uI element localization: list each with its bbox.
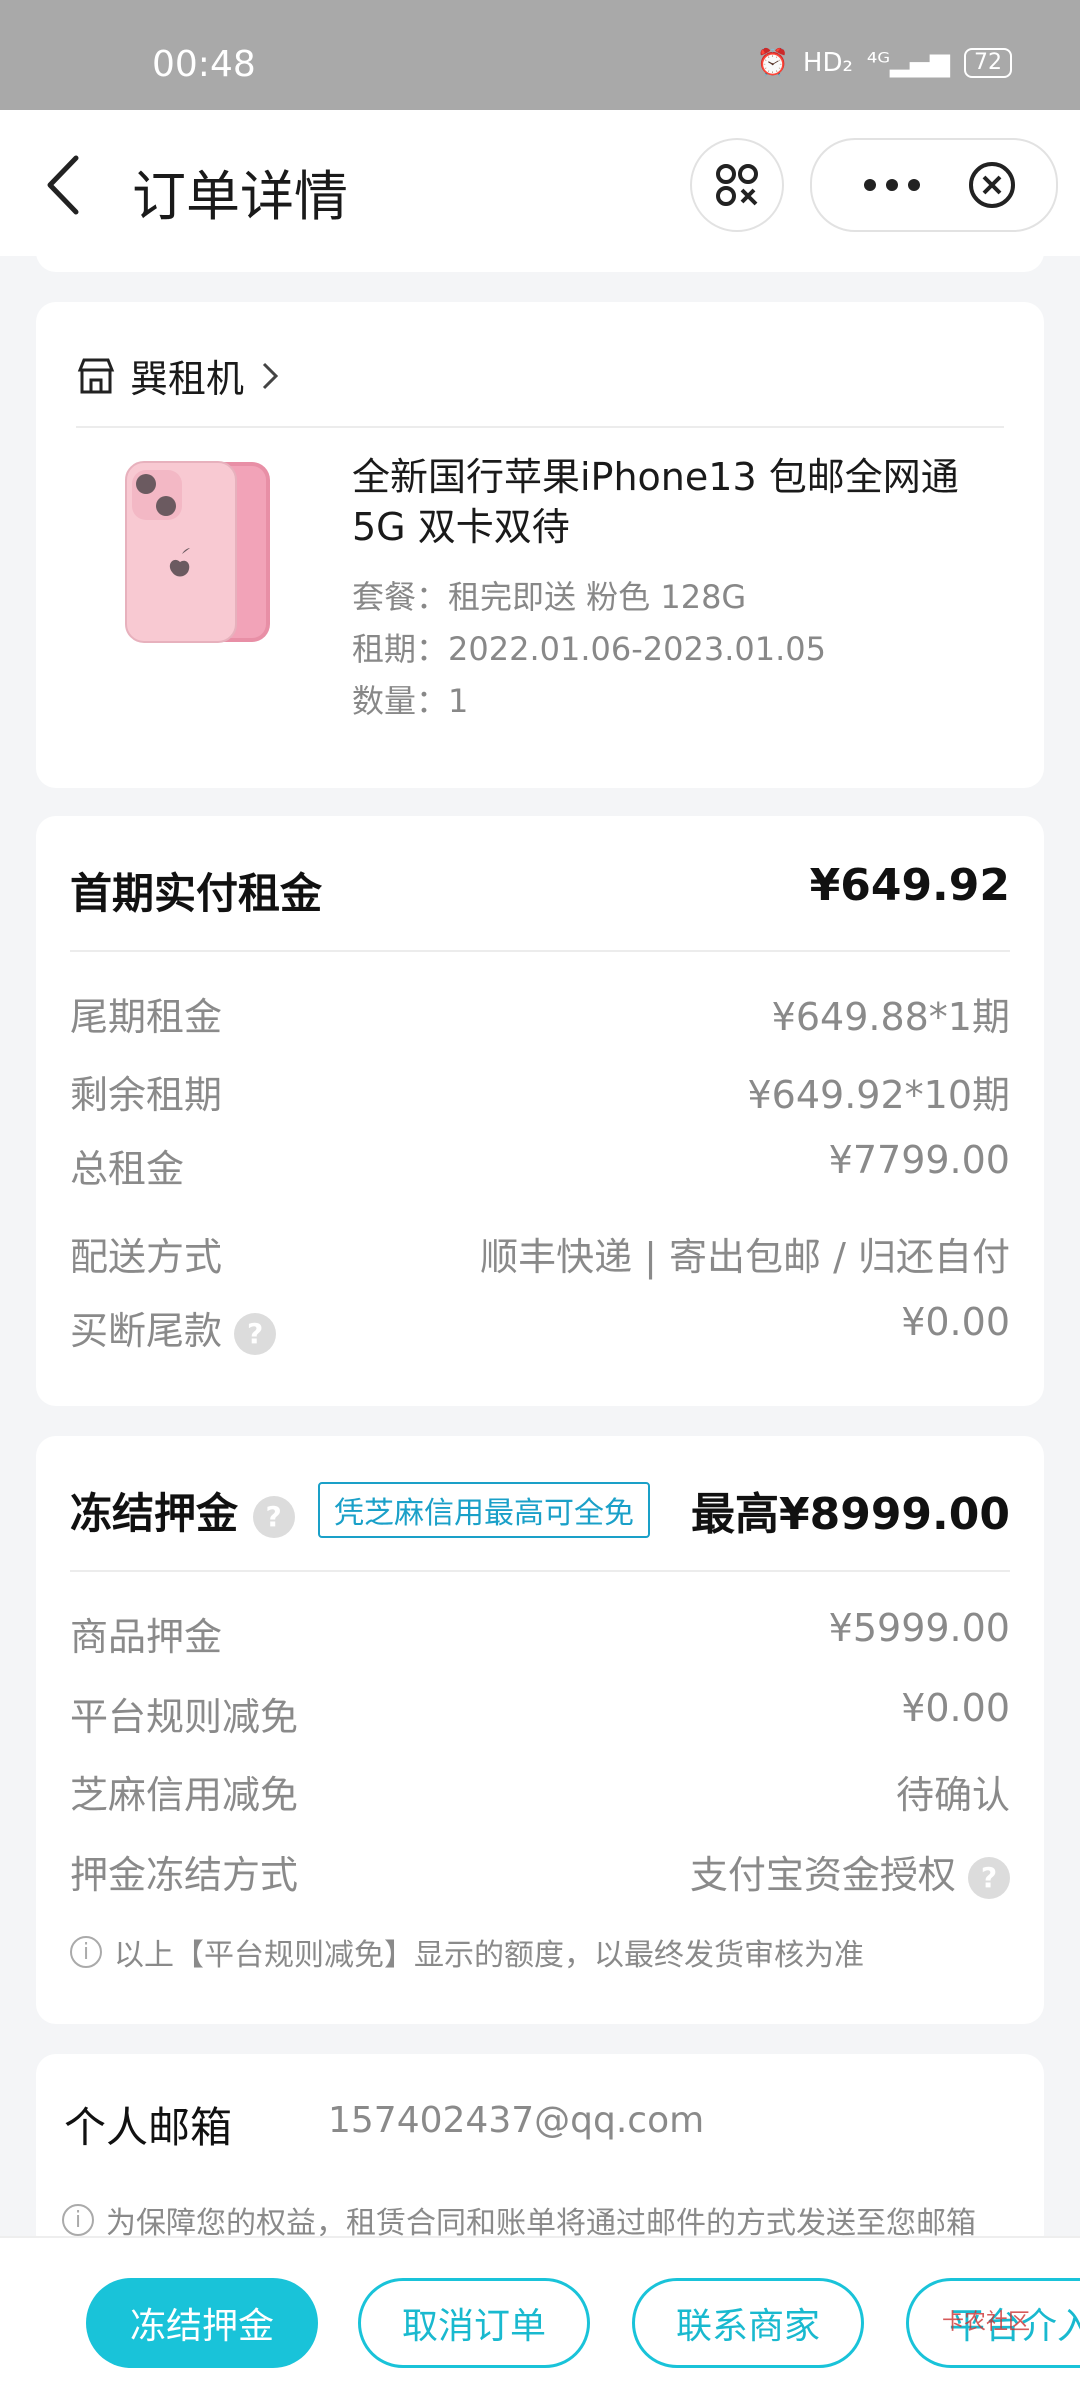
status-bar: 00:48 ⏰ HD₂ ⁴ᴳ▂▄▆ 72 bbox=[0, 0, 1080, 110]
row-value: 待确认 bbox=[895, 1773, 1010, 1817]
row-value: 顺丰快递 | 寄出包邮 / 归还自付 bbox=[480, 1235, 1010, 1279]
deposit-note-text: 以上【平台规则减免】显示的额度，以最终发货审核为准 bbox=[114, 1938, 864, 1973]
row-label: 买断尾款 bbox=[70, 1309, 223, 1353]
close-button[interactable] bbox=[967, 160, 1017, 210]
email-value[interactable]: 157402437@qq.com bbox=[328, 2100, 704, 2141]
divider bbox=[70, 950, 1010, 952]
row-value: ¥7799.00 bbox=[828, 1138, 1010, 1182]
row-label: 尾期租金 bbox=[70, 995, 223, 1039]
row-label: 总租金 bbox=[70, 1147, 185, 1191]
chevron-left-icon bbox=[47, 155, 79, 215]
product-image[interactable] bbox=[120, 452, 280, 652]
row-label: 平台规则减免 bbox=[70, 1695, 299, 1739]
info-icon: i bbox=[70, 1936, 102, 1968]
email-card: 个人邮箱 157402437@qq.com i 为保障您的权益，租赁合同和账单将… bbox=[36, 2054, 1044, 2254]
store-icon bbox=[77, 358, 115, 393]
deposit-card: 冻结押金 ? 凭芝麻信用最高可全免 最高¥8999.00 商品押金 ¥5999.… bbox=[36, 1436, 1044, 2024]
product-package: 套餐：租完即送 粉色 128G bbox=[352, 578, 747, 616]
info-icon: i bbox=[62, 2204, 94, 2236]
store-name: 巽租机 bbox=[130, 357, 245, 401]
row-value: ¥0.00 bbox=[901, 1686, 1010, 1730]
divider bbox=[76, 426, 1004, 428]
chevron-right-icon bbox=[262, 362, 279, 389]
scan-button[interactable] bbox=[690, 138, 784, 232]
deposit-note: i 以上【平台规则减免】显示的额度，以最终发货审核为准 bbox=[70, 1930, 864, 1974]
previous-card bbox=[36, 236, 1044, 272]
scan-icon bbox=[716, 164, 758, 206]
freeze-deposit-button[interactable]: 冻结押金 bbox=[86, 2278, 318, 2368]
product-title: 全新国行苹果iPhone13 包邮全网通5G 双卡双待 bbox=[352, 455, 959, 549]
more-icon bbox=[864, 179, 920, 191]
row-value: ¥0.00 bbox=[901, 1300, 1010, 1344]
email-label: 个人邮箱 bbox=[64, 2103, 233, 2152]
divider bbox=[70, 1570, 1010, 1572]
row-value: 支付宝资金授权 bbox=[689, 1853, 956, 1897]
status-icons: ⏰ HD₂ ⁴ᴳ▂▄▆ 72 bbox=[757, 48, 1012, 78]
signal-icon: ⁴ᴳ▂▄▆ bbox=[866, 48, 950, 78]
zhima-badge: 凭芝麻信用最高可全免 bbox=[318, 1482, 650, 1538]
first-rent-label: 首期实付租金 bbox=[70, 869, 323, 918]
alarm-icon: ⏰ bbox=[756, 48, 789, 78]
deposit-title: 冻结押金 ? bbox=[70, 1480, 295, 1541]
bottom-action-bar: 冻结押金 取消订单 联系商家 平台介入 卡农社区 bbox=[0, 2236, 1080, 2402]
product-card: 巽租机 全新国行苹果iPhone13 包邮全网通5G 双卡双待 套餐：租完即送 … bbox=[36, 302, 1044, 788]
hd-icon: HD₂ bbox=[802, 48, 853, 78]
row-label: 押金冻结方式 bbox=[70, 1853, 299, 1897]
close-circle-icon bbox=[969, 162, 1015, 208]
nav-bar: 订单详情 bbox=[0, 110, 1080, 256]
help-icon[interactable]: ? bbox=[234, 1312, 277, 1355]
product-period: 租期：2022.01.06-2023.01.05 bbox=[352, 630, 826, 668]
cancel-order-button[interactable]: 取消订单 bbox=[358, 2278, 590, 2368]
row-value: ¥649.92*10期 bbox=[747, 1073, 1011, 1117]
freeze-method: 支付宝资金授权 ? bbox=[690, 1844, 1010, 1899]
buyout-row: 买断尾款 ? bbox=[70, 1300, 277, 1355]
back-button[interactable] bbox=[40, 150, 90, 220]
row-label: 商品押金 bbox=[70, 1615, 223, 1659]
contact-merchant-button[interactable]: 联系商家 bbox=[632, 2278, 864, 2368]
deposit-label: 冻结押金 bbox=[70, 1489, 239, 1538]
status-time: 00:48 bbox=[152, 44, 256, 85]
battery-icon: 72 bbox=[964, 48, 1012, 78]
row-label: 配送方式 bbox=[70, 1235, 223, 1279]
deposit-value: 最高¥8999.00 bbox=[690, 1489, 1010, 1540]
page-title: 订单详情 bbox=[132, 165, 348, 228]
rent-card: 首期实付租金 ¥649.92 尾期租金 ¥649.88*1期 剩余租期 ¥649… bbox=[36, 816, 1044, 1406]
watermark: 卡农社区 bbox=[941, 2310, 1030, 2335]
row-label: 芝麻信用减免 bbox=[70, 1773, 299, 1817]
row-value: ¥649.88*1期 bbox=[771, 995, 1010, 1039]
mini-program-capsule bbox=[810, 138, 1058, 232]
help-icon[interactable]: ? bbox=[968, 1856, 1010, 1899]
row-value: ¥5999.00 bbox=[828, 1606, 1010, 1650]
more-button[interactable] bbox=[852, 160, 932, 210]
row-label: 剩余租期 bbox=[70, 1073, 223, 1117]
product-quantity: 数量：1 bbox=[352, 682, 469, 720]
help-icon[interactable]: ? bbox=[252, 1495, 295, 1538]
first-rent-value: ¥649.92 bbox=[809, 860, 1010, 911]
store-link[interactable]: 巽租机 bbox=[76, 348, 282, 403]
